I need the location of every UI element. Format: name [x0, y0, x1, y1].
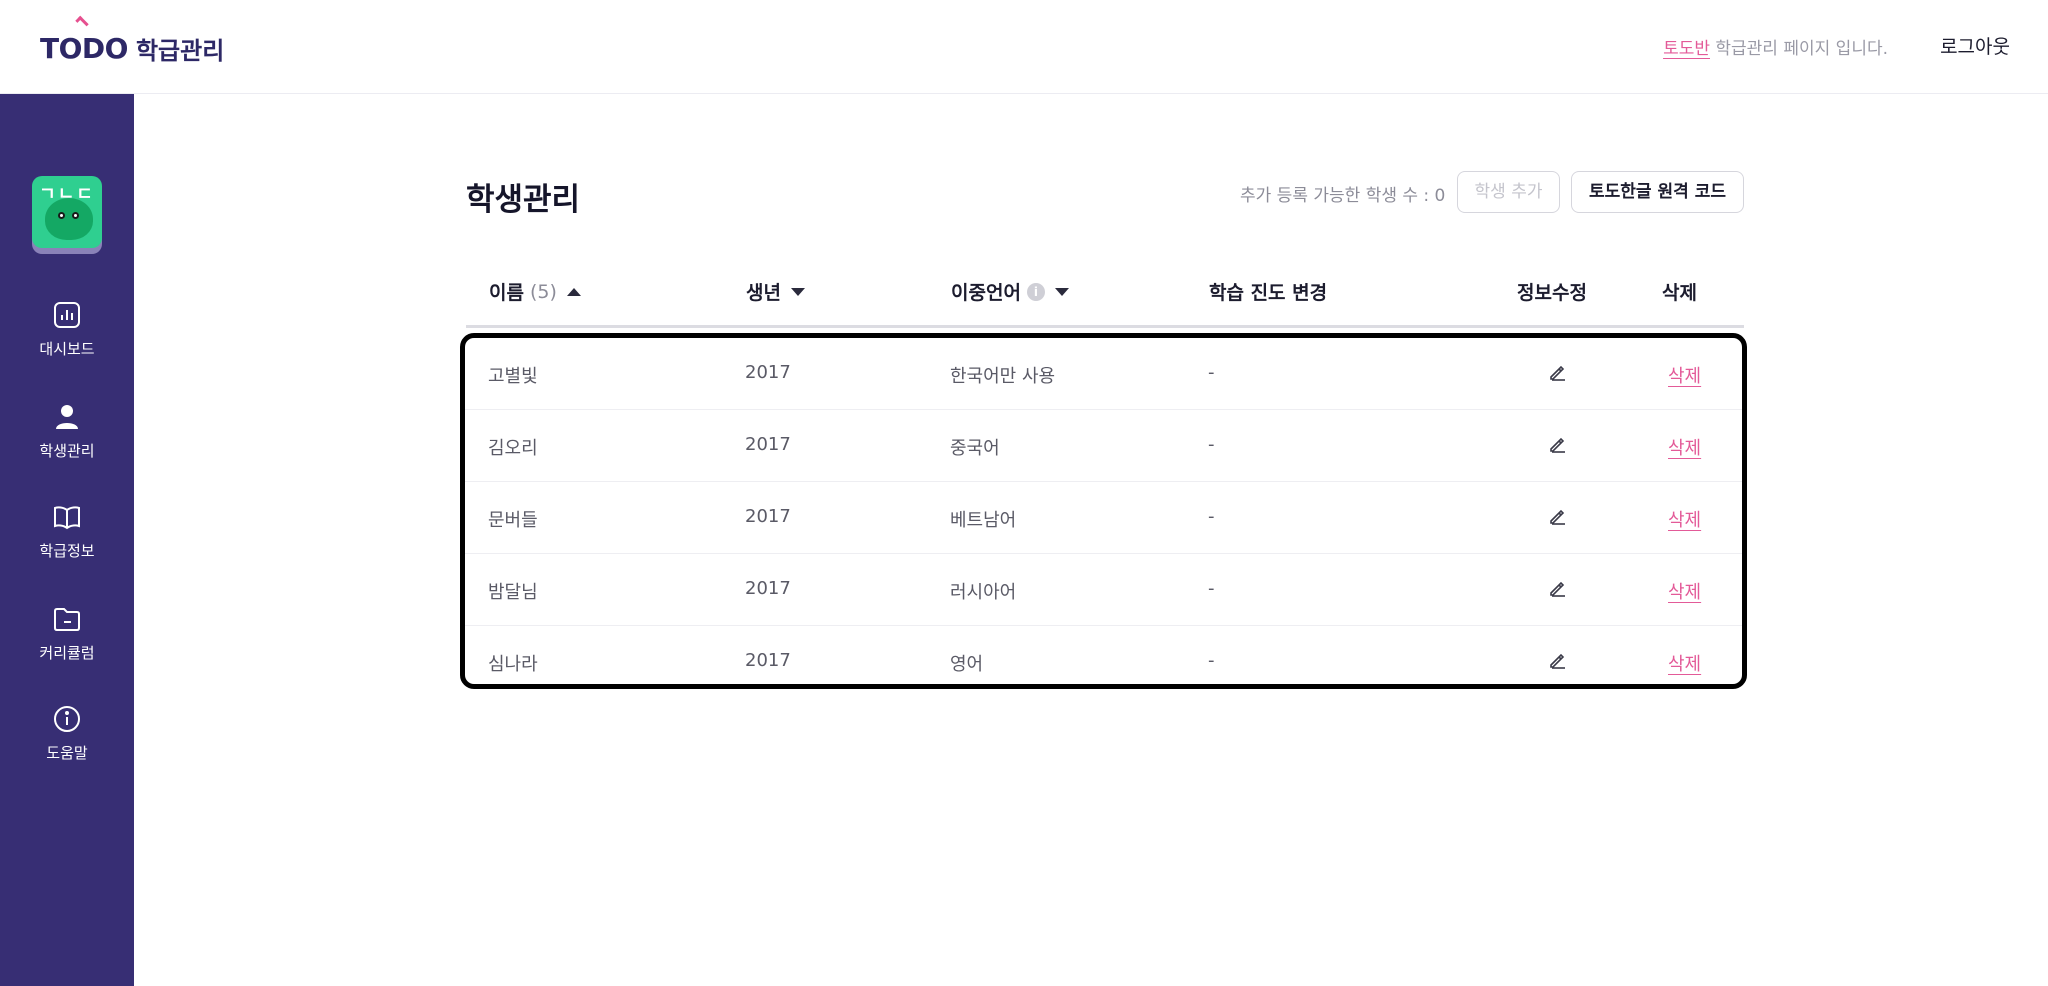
column-language-label: 이중언어	[951, 282, 1021, 304]
student-table-body: 고별빛 2017 한국어만 사용 - 삭제 김오리 2017 중국어 - 삭제 …	[460, 333, 1747, 689]
column-header-name[interactable]: 이름 (5)	[489, 278, 581, 305]
student-progress[interactable]: -	[1208, 578, 1215, 599]
column-header-delete: 삭제	[1662, 278, 1697, 305]
student-name: 김오리	[488, 438, 538, 459]
delete-link[interactable]: 삭제	[1668, 434, 1701, 460]
header-message-text: 학급관리 페이지 입니다.	[1709, 39, 1888, 59]
logo-todo-text: TODO	[40, 31, 128, 65]
column-progress-label: 학습 진도 변경	[1209, 282, 1328, 304]
table-row: 문버들 2017 베트남어 - 삭제	[465, 482, 1742, 554]
add-student-button[interactable]: 학생 추가	[1457, 171, 1560, 213]
sort-descending-icon	[1054, 287, 1069, 296]
table-row: 심나라 2017 영어 - 삭제	[465, 626, 1742, 698]
student-language: 러시아어	[950, 582, 1017, 603]
student-progress[interactable]: -	[1208, 650, 1215, 671]
remote-code-button[interactable]: 토도한글 원격 코드	[1571, 171, 1744, 213]
logo-subtitle: 학급관리	[135, 36, 225, 65]
dashboard-icon	[54, 302, 80, 328]
edit-pencil-icon[interactable]	[1546, 576, 1570, 600]
page-title: 학생관리	[466, 182, 581, 218]
table-row: 김오리 2017 중국어 - 삭제	[465, 410, 1742, 482]
delete-link[interactable]: 삭제	[1668, 650, 1701, 676]
delete-link[interactable]: 삭제	[1668, 578, 1701, 604]
student-birth-year: 2017	[745, 506, 791, 527]
sidebar-item-help[interactable]: 도움말	[0, 704, 134, 763]
edit-pencil-icon[interactable]	[1546, 360, 1570, 384]
info-icon	[54, 706, 80, 732]
student-birth-year: 2017	[745, 434, 791, 455]
sidebar-item-dashboard[interactable]: 대시보드	[0, 300, 134, 359]
app-logo[interactable]: TODO 학급관리	[40, 15, 225, 68]
column-edit-label: 정보수정	[1517, 282, 1587, 304]
student-birth-year: 2017	[745, 650, 791, 671]
student-name: 문버들	[488, 510, 538, 531]
column-header-language[interactable]: 이중언어 i	[951, 278, 1069, 305]
student-progress[interactable]: -	[1208, 506, 1215, 527]
person-icon	[56, 405, 78, 429]
student-count: (5)	[529, 280, 557, 303]
sidebar-item-label: 커리큘럼	[39, 644, 95, 662]
student-birth-year: 2017	[745, 578, 791, 599]
sidebar-item-label: 도움말	[46, 744, 88, 762]
avatar-character	[45, 198, 93, 240]
sort-descending-icon	[790, 287, 805, 296]
avatar-eye-left	[58, 212, 65, 219]
student-progress[interactable]: -	[1208, 362, 1215, 383]
logout-button[interactable]: 로그아웃	[1940, 32, 2010, 59]
student-birth-year: 2017	[745, 362, 791, 383]
student-progress[interactable]: -	[1208, 434, 1215, 455]
top-header: TODO 학급관리 토도반 학급관리 페이지 입니다. 로그아웃	[0, 0, 2048, 94]
sort-ascending-icon	[566, 287, 581, 296]
language-info-icon[interactable]: i	[1026, 282, 1045, 301]
table-row: 고별빛 2017 한국어만 사용 - 삭제	[465, 338, 1742, 410]
folder-icon	[54, 608, 80, 631]
column-header-year[interactable]: 생년	[746, 278, 805, 305]
column-header-progress: 학습 진도 변경	[1209, 278, 1327, 305]
avatar-eye-right	[72, 212, 79, 219]
sidebar-item-label: 학급정보	[39, 542, 95, 560]
edit-pencil-icon[interactable]	[1546, 648, 1570, 672]
student-language: 영어	[950, 654, 984, 675]
logo-hat-icon	[75, 15, 89, 30]
sidebar-item-curriculum[interactable]: 커리큘럼	[0, 604, 134, 663]
column-delete-label: 삭제	[1662, 282, 1697, 304]
sidebar-item-label: 학생관리	[39, 442, 95, 460]
student-name: 심나라	[488, 654, 538, 675]
sidebar-item-label: 대시보드	[39, 340, 95, 358]
edit-pencil-icon[interactable]	[1546, 432, 1570, 456]
column-year-label: 생년	[746, 282, 781, 304]
available-count-text: 추가 등록 가능한 학생 수 : 0	[1240, 186, 1446, 206]
student-language: 중국어	[950, 438, 1000, 459]
header-message: 토도반 학급관리 페이지 입니다.	[1663, 34, 1888, 59]
class-avatar[interactable]: ㄱㄴㄷ	[32, 176, 102, 248]
sidebar-item-students[interactable]: 학생관리	[0, 402, 134, 461]
delete-link[interactable]: 삭제	[1668, 362, 1701, 388]
book-icon	[54, 506, 80, 530]
sidebar-item-class-info[interactable]: 학급정보	[0, 502, 134, 561]
table-header: 이름 (5) 생년 이중언어 i 학습 진도 변경 정보수정 삭제	[466, 260, 1744, 328]
sidebar: ㄱㄴㄷ 대시보드 학생관리 학급정보 커리큘럼 도움말	[0, 94, 134, 986]
student-language: 베트남어	[950, 510, 1017, 531]
student-name: 고별빛	[488, 366, 538, 387]
delete-link[interactable]: 삭제	[1668, 506, 1701, 532]
class-name-link[interactable]: 토도반	[1663, 39, 1710, 59]
student-language: 한국어만 사용	[950, 366, 1056, 387]
edit-pencil-icon[interactable]	[1546, 504, 1570, 528]
column-header-edit: 정보수정	[1517, 278, 1587, 305]
column-name-label: 이름	[489, 282, 524, 304]
table-row: 밤달님 2017 러시아어 - 삭제	[465, 554, 1742, 626]
student-name: 밤달님	[488, 582, 538, 603]
